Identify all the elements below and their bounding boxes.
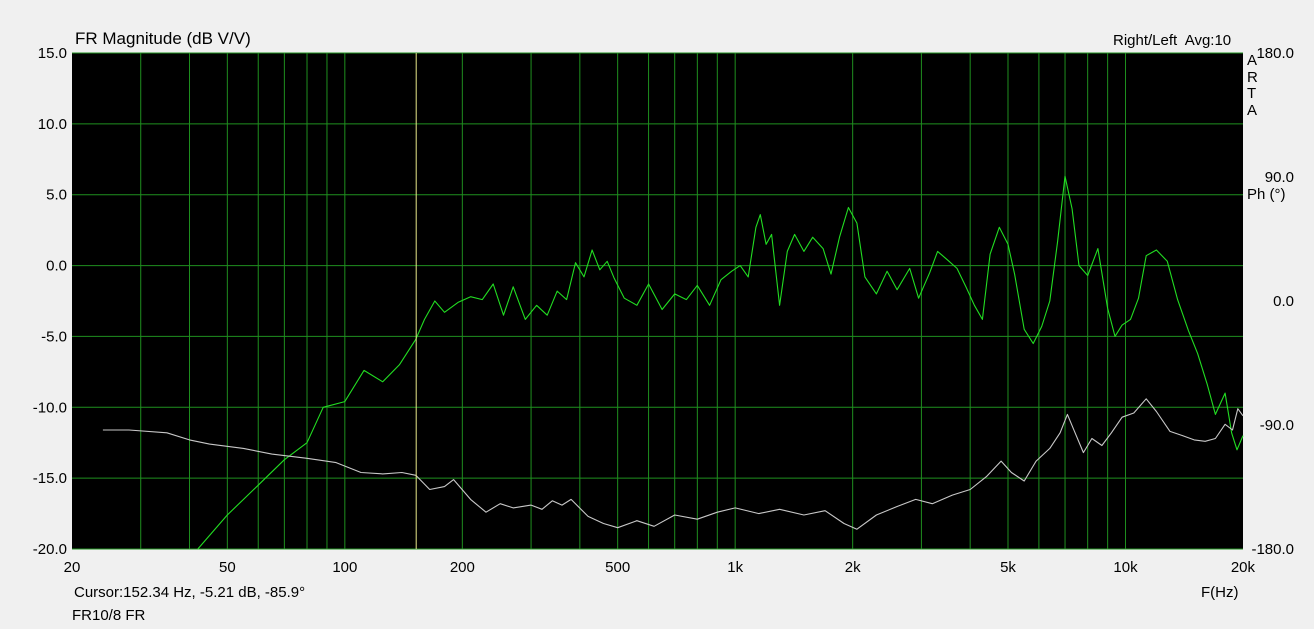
x-tick-label: 100 [332,559,357,576]
x-tick-label: 20 [64,559,81,576]
y-tick-label: 10.0 [38,116,67,133]
brand-letter: R [1247,68,1258,86]
phase-axis-label: Ph (°) [1247,186,1286,203]
x-tick-label: 20k [1231,559,1256,576]
y2-tick-label: 90.0 [1265,169,1294,186]
y-tick-label: -15.0 [33,470,67,487]
x-tick-label: 200 [450,559,475,576]
x-tick-label: 2k [845,559,861,576]
x-axis-ticks: 20 50 100 200 500 1k 2k 5k 10k 20k [64,559,1256,576]
arta-brand: A R T A [1247,52,1261,119]
plot-area[interactable]: 15.0 10.0 5.0 0.0 -5.0 -10.0 -15.0 -20.0 180.0 9… [0,0,1314,629]
y-tick-label: 5.0 [46,187,67,204]
y-tick-label: -5.0 [41,328,67,345]
x-tick-label: 5k [1000,559,1016,576]
y2-tick-label: 180.0 [1256,45,1294,62]
brand-letter: A [1247,52,1258,69]
x-tick-label: 1k [727,559,743,576]
y-tick-label: -10.0 [33,399,67,416]
x-axis-label: F(Hz) [1201,584,1239,601]
y-tick-label: -20.0 [33,541,67,558]
x-tick-label: 50 [219,559,236,576]
cursor-readout: Cursor:152.34 Hz, -5.21 dB, -85.9° [74,584,306,601]
brand-letter: A [1247,101,1258,119]
y-tick-label: 15.0 [38,45,67,62]
x-tick-label: 500 [605,559,630,576]
fr-magnitude-chart[interactable]: FR Magnitude (dB V/V) Right/Left Avg:10 … [0,0,1314,629]
y2-tick-label: -90.0 [1260,417,1294,434]
y-axis-ticks: 15.0 10.0 5.0 0.0 -5.0 -10.0 -15.0 -20.0 [33,45,67,558]
y2-axis-ticks: 180.0 90.0 0.0 -90.0 -180.0 [1251,45,1294,558]
y2-tick-label: -180.0 [1251,541,1294,558]
file-name: FR10/8 FR [72,607,146,624]
x-tick-label: 10k [1113,559,1138,576]
y2-tick-label: 0.0 [1273,293,1294,310]
brand-letter: T [1247,85,1257,102]
y-tick-label: 0.0 [46,258,67,275]
